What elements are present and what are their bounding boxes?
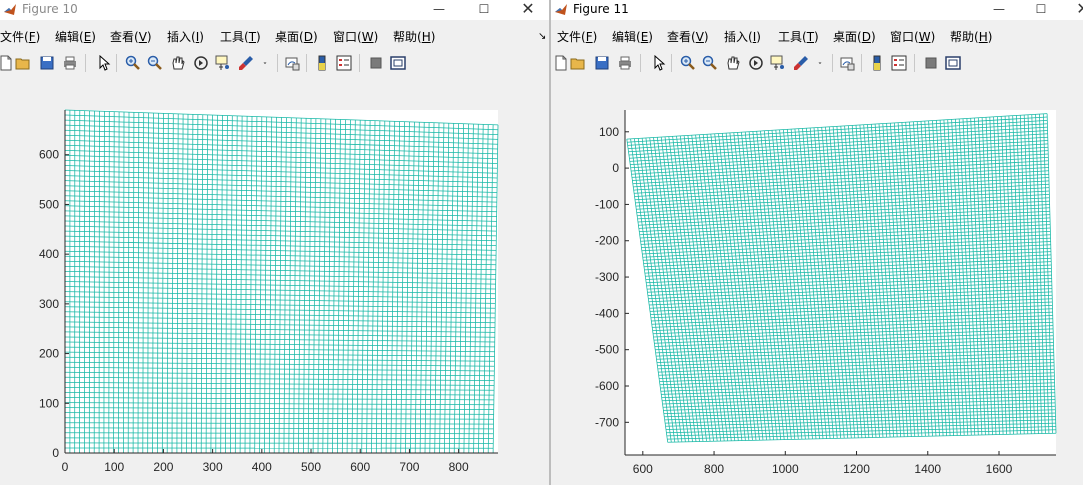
y-tick-label: 100 xyxy=(39,396,59,410)
y-tick-label: -400 xyxy=(595,306,619,320)
x-tick-label: 400 xyxy=(252,460,272,474)
y-tick-label: -300 xyxy=(595,270,619,284)
x-tick-label: 200 xyxy=(153,460,173,474)
figure-11-window[interactable]: Figure 11 — ☐ ✕ 文件(F) 编辑(E) 查看(V) 插入(I) 工具(T… xyxy=(551,0,1083,485)
figure-10-window[interactable]: Figure 10 — ☐ ✕ 文件(F) 编辑(E) 查看(V) 插入(I) 工具(T… xyxy=(0,0,549,485)
mesh-line-horizontal xyxy=(64,442,494,444)
x-tick-label: 600 xyxy=(350,460,370,474)
x-tick-label: 0 xyxy=(62,460,69,474)
x-tick-label: 600 xyxy=(633,462,653,476)
y-tick-label: 500 xyxy=(39,197,59,211)
y-tick-label: -100 xyxy=(595,197,619,211)
y-tick-label: -200 xyxy=(595,234,619,248)
x-tick-label: 1600 xyxy=(986,462,1013,476)
y-tick-label: 400 xyxy=(39,247,59,261)
figure-10-axes[interactable]: 0 100 200 300 400 500 600 700 800 0 100 200 300 400 50… xyxy=(0,0,549,485)
y-tick-label: -600 xyxy=(595,379,619,393)
x-tick-label: 1200 xyxy=(843,462,870,476)
y-tick-label: 300 xyxy=(39,297,59,311)
x-tick-label: 800 xyxy=(449,460,469,474)
y-tick-label: 0 xyxy=(52,446,59,460)
y-tick-label: 100 xyxy=(599,125,619,139)
y-tick-label: 600 xyxy=(39,148,59,162)
y-tick-label: -700 xyxy=(595,415,619,429)
x-tick-label: 500 xyxy=(301,460,321,474)
x-tick-label: 700 xyxy=(399,460,419,474)
y-tick-label: 0 xyxy=(612,161,619,175)
x-tick-label: 100 xyxy=(104,460,124,474)
x-tick-label: 1000 xyxy=(772,462,799,476)
y-tick-label: -500 xyxy=(595,343,619,357)
y-tick-label: 200 xyxy=(39,347,59,361)
figure-11-axes[interactable]: 600 800 1000 1200 1400 16001000-100-200-300-4… xyxy=(551,0,1083,485)
x-tick-label: 1400 xyxy=(914,462,941,476)
x-tick-label: 800 xyxy=(704,462,724,476)
x-tick-label: 300 xyxy=(203,460,223,474)
